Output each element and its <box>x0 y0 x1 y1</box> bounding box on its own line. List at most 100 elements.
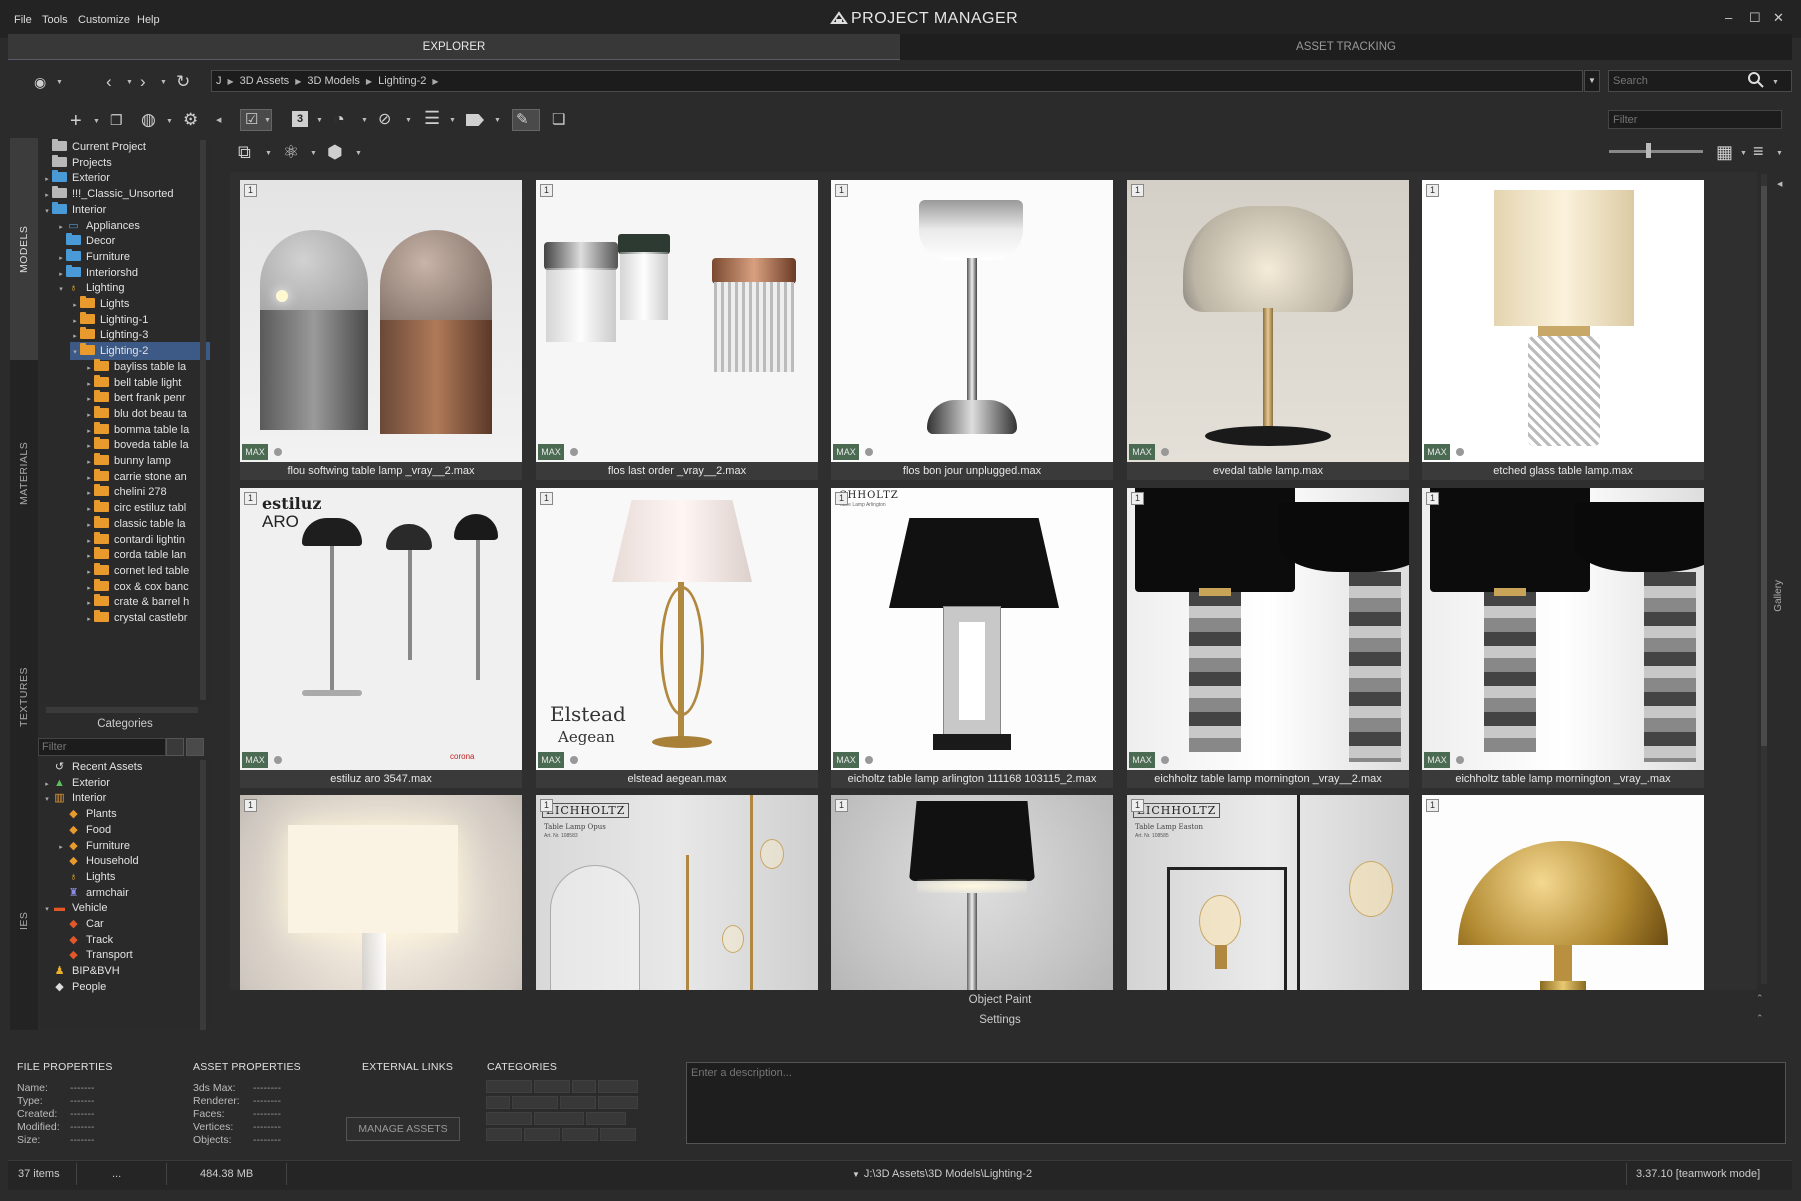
category-cell[interactable] <box>572 1080 596 1093</box>
settings-bar[interactable]: Settings <box>230 1011 1770 1029</box>
brush-icon[interactable]: ✎ <box>516 110 529 128</box>
asset-thumbnail[interactable] <box>831 180 1113 462</box>
grid-scrollbar-thumb[interactable] <box>1761 186 1767 746</box>
asset-card[interactable]: 1 <box>831 795 1113 990</box>
asset-card[interactable]: estiluz ARO corona 1 MAX estiluz aro 3547.max <box>240 488 522 788</box>
asset-card[interactable]: 1 <box>240 795 522 990</box>
category-cell[interactable] <box>524 1128 560 1141</box>
path-dropdown-icon[interactable]: ▼ <box>852 1170 860 1179</box>
category-mode-button[interactable] <box>186 738 204 756</box>
merge-dropdown-icon[interactable]: ▼ <box>310 150 317 157</box>
tag-icon[interactable] <box>466 114 484 126</box>
expand-arrow-icon[interactable]: ▾ <box>56 281 66 297</box>
breadcrumb-3d-models[interactable]: 3D Models <box>307 75 360 87</box>
checklist-dropdown-icon[interactable]: ▼ <box>264 117 271 124</box>
category-scrollbar[interactable] <box>200 760 206 1030</box>
breadcrumb-lighting-2[interactable]: Lighting-2 <box>378 75 426 87</box>
asset-card[interactable]: 1 MAX evedal table lamp.max <box>1127 180 1409 480</box>
asset-thumbnail[interactable]: CHHOLTZ Table Lamp Arlington <box>831 488 1113 770</box>
forward-icon[interactable]: › <box>140 72 146 92</box>
asset-label[interactable]: eicholtz table lamp arlington 111168 103… <box>831 770 1113 788</box>
asset-label[interactable]: eichholtz table lamp mornington _vray__2… <box>1127 770 1409 788</box>
expand-arrow-icon[interactable]: ▾ <box>70 344 80 360</box>
three-icon[interactable]: 3 <box>292 111 308 127</box>
asset-card[interactable]: 1 <box>1422 795 1704 990</box>
tree-scrollbar[interactable] <box>200 140 206 700</box>
object-paint-bar[interactable]: Object Paint <box>230 991 1770 1009</box>
expand-settings-icon[interactable]: ⌃ <box>1756 1013 1764 1024</box>
eye-dropdown-icon[interactable]: ▼ <box>56 79 63 86</box>
search-dropdown-icon[interactable]: ▼ <box>1772 79 1779 86</box>
thumbnail-size-slider[interactable] <box>1609 150 1703 153</box>
category-cell[interactable] <box>534 1112 584 1125</box>
category-cell[interactable] <box>486 1080 532 1093</box>
category-cell[interactable] <box>598 1096 638 1109</box>
asset-card[interactable]: 1 MAX flos last order _vray__2.max <box>536 180 818 480</box>
asset-thumbnail[interactable]: Elstead Aegean <box>536 488 818 770</box>
asset-label[interactable]: etched glass table lamp.max <box>1422 462 1704 480</box>
category-cell[interactable] <box>534 1080 570 1093</box>
grid-view-dropdown-icon[interactable]: ▼ <box>1740 150 1747 157</box>
back-icon[interactable]: ‹ <box>106 72 112 92</box>
package-dropdown-icon[interactable]: ▼ <box>355 150 362 157</box>
slider-handle[interactable] <box>1646 143 1651 158</box>
globe-dropdown-icon[interactable]: ▼ <box>166 118 173 125</box>
collapse-panel-icon[interactable]: ◀ <box>216 116 221 124</box>
refresh-icon[interactable]: ↻ <box>176 72 190 92</box>
expand-arrow-icon[interactable]: ▾ <box>42 203 52 219</box>
asset-card[interactable]: 1 MAX eichholtz table lamp mornington _vra… <box>1127 488 1409 788</box>
category-cell[interactable] <box>486 1128 522 1141</box>
asset-thumbnail[interactable]: estiluz ARO corona <box>240 488 522 770</box>
vtab-materials[interactable]: MATERIALS <box>10 362 38 584</box>
asset-thumbnail[interactable]: EICHHOLTZ Table Lamp Opus Art. Nr. 108583 <box>536 795 818 990</box>
add-dropdown-icon[interactable]: ▼ <box>93 118 100 125</box>
add-icon[interactable]: + <box>70 110 82 133</box>
import-icon[interactable]: ⧉ <box>238 142 251 163</box>
asset-card[interactable]: 1 MAX flos bon jour unplugged.max <box>831 180 1113 480</box>
asset-label[interactable]: eichholtz table lamp mornington _vray_.m… <box>1422 770 1704 788</box>
asset-thumbnail[interactable] <box>1127 180 1409 462</box>
close-icon[interactable]: ✕ <box>1773 10 1784 26</box>
package-icon[interactable]: ⬢ <box>327 142 343 163</box>
description-input[interactable] <box>686 1062 1786 1144</box>
windows-icon[interactable]: ❐ <box>110 112 123 129</box>
merge-icon[interactable]: ⚛ <box>283 142 299 163</box>
breadcrumb-3d-assets[interactable]: 3D Assets <box>240 75 290 87</box>
gallery-side-tab[interactable]: Gallery <box>1773 580 1784 612</box>
forward-dropdown-icon[interactable]: ▼ <box>160 79 167 86</box>
vtab-ies[interactable]: IES <box>10 810 38 1032</box>
asset-label[interactable]: evedal table lamp.max <box>1127 462 1409 480</box>
asset-card[interactable]: EICHHOLTZ Table Lamp Opus Art. Nr. 108583 1 <box>536 795 818 990</box>
category-cell[interactable] <box>486 1096 510 1109</box>
menu-tools[interactable]: Tools <box>42 14 68 26</box>
tab-asset-tracking[interactable]: ASSET TRACKING <box>900 34 1792 60</box>
category-cell[interactable] <box>512 1096 558 1109</box>
search-icon[interactable] <box>1747 71 1765 89</box>
asset-card[interactable]: CHHOLTZ Table Lamp Arlington 1 MAX eicholtz … <box>831 488 1113 788</box>
eye-icon[interactable]: ◉ <box>34 74 46 91</box>
copy-icon[interactable]: ❏ <box>552 110 565 128</box>
category-cell[interactable] <box>586 1112 626 1125</box>
maximize-icon[interactable]: ☐ <box>1749 10 1761 26</box>
list-dropdown-icon[interactable]: ▼ <box>449 117 456 124</box>
breadcrumb-root[interactable]: J <box>216 75 222 87</box>
hide-dropdown-icon[interactable]: ▼ <box>405 117 412 124</box>
menu-customize[interactable]: Customize <box>78 14 130 26</box>
vtab-models[interactable]: MODELS <box>10 138 38 360</box>
asset-thumbnail[interactable] <box>1422 488 1704 770</box>
category-cell[interactable] <box>598 1080 638 1093</box>
gear-icon[interactable]: ⚙ <box>183 110 198 130</box>
asset-label[interactable]: estiluz aro 3547.max <box>240 770 522 788</box>
category-cell[interactable] <box>486 1112 532 1125</box>
back-dropdown-icon[interactable]: ▼ <box>126 79 133 86</box>
category-cell[interactable] <box>560 1096 596 1109</box>
globe-icon[interactable]: ◍ <box>141 110 156 130</box>
category-cell[interactable] <box>600 1128 636 1141</box>
asset-thumbnail[interactable] <box>1422 180 1704 462</box>
expand-object-paint-icon[interactable]: ⌃ <box>1756 993 1764 1004</box>
asset-card[interactable]: 1 MAX eichholtz table lamp mornington _vra… <box>1422 488 1704 788</box>
asset-thumbnail[interactable] <box>240 180 522 462</box>
tag-dropdown-icon[interactable]: ▼ <box>494 117 501 124</box>
clock-dropdown-icon[interactable]: ▼ <box>361 117 368 124</box>
tree-item[interactable]: ▸ crystal castlebr <box>84 609 210 627</box>
